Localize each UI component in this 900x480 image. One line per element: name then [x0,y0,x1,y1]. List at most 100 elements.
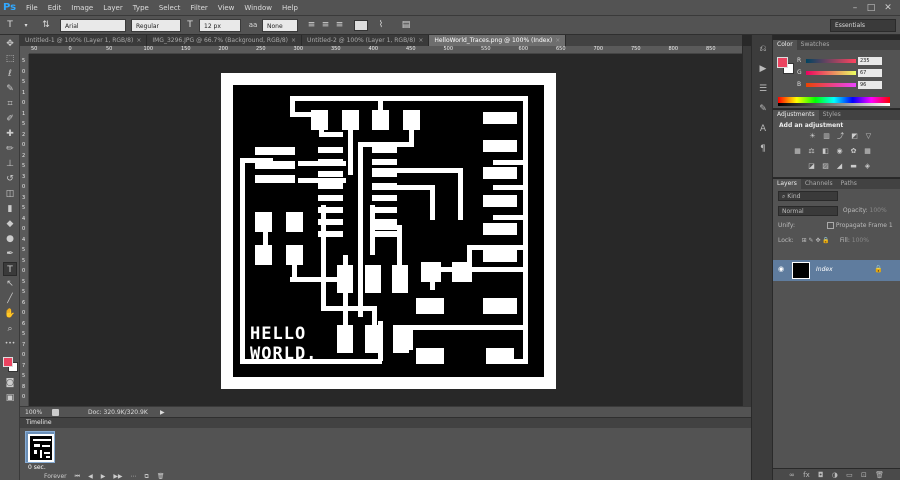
align-left-icon[interactable]: ≡ [306,19,317,32]
clone-stamp-tool-icon[interactable]: ⊥ [3,157,17,171]
color-balance-icon[interactable]: ⚖ [807,147,816,156]
tab-helloworld-traces[interactable]: HelloWorld_Traces.png @ 100% (Index) × [429,35,567,46]
menu-window[interactable]: Window [239,0,277,16]
actions-icon[interactable]: ▶ [757,63,769,75]
align-center-icon[interactable]: ≡ [320,19,331,32]
invert-icon[interactable]: ◪ [807,162,816,171]
tab-layers[interactable]: Layers [773,179,801,189]
threshold-icon[interactable]: ◢ [835,162,844,171]
tab-img-3296[interactable]: IMG_3296.JPG @ 66.7% (Background, RGB/8)… [147,35,303,46]
delete-frame-icon[interactable]: 🗑 [157,473,165,480]
more-tools-icon[interactable]: ••• [3,337,17,351]
visibility-eye-icon[interactable]: ◉ [778,265,784,273]
move-tool-icon[interactable]: ✥ [3,37,17,51]
tween-icon[interactable]: ⋯ [131,473,137,480]
document-canvas[interactable]: HELLO WORLD. [221,73,556,389]
vertical-ruler[interactable]: 505101520253035404550556065707580 [20,54,29,406]
tab-untitled-1[interactable]: Untitled-1 @ 100% (Layer 1, RGB/8) × [20,35,148,46]
dodge-tool-icon[interactable]: ● [3,232,17,246]
close-tab-icon[interactable]: × [418,37,423,44]
tab-paths[interactable]: Paths [837,179,861,189]
gradient-tool-icon[interactable]: ▮ [3,202,17,216]
close-tab-icon[interactable]: × [136,37,141,44]
blend-mode-select[interactable]: Normal [778,205,838,216]
brushes-icon[interactable]: ✎ [757,103,769,115]
menu-layer[interactable]: Layer [98,0,128,16]
play-icon[interactable]: ▶ [101,473,106,480]
path-select-tool-icon[interactable]: ↖ [3,277,17,291]
history-icon[interactable]: ⎌ [757,43,769,55]
tab-color[interactable]: Color [773,40,797,50]
menu-file[interactable]: File [21,0,43,16]
levels-icon[interactable]: ▥ [822,132,831,141]
type-tool-preset-icon[interactable]: T [4,19,16,32]
eraser-tool-icon[interactable]: ◫ [3,187,17,201]
photo-filter-icon[interactable]: ◉ [835,147,844,156]
anti-alias-select[interactable]: None [262,19,298,32]
text-color-swatch[interactable] [354,20,368,31]
menu-view[interactable]: View [213,0,240,16]
menu-filter[interactable]: Filter [185,0,212,16]
maximize-icon[interactable]: □ [866,3,876,13]
exposure-icon[interactable]: ◩ [850,132,859,141]
selective-color-icon[interactable]: ◈ [863,162,872,171]
blur-tool-icon[interactable]: ◆ [3,217,17,231]
fill-value[interactable]: 100% [852,237,869,244]
new-layer-icon[interactable]: ⊡ [861,471,867,479]
eyedropper-tool-icon[interactable]: ✐ [3,112,17,126]
font-size-select[interactable]: 12 px [199,19,241,32]
foreground-color-swatch[interactable] [3,357,13,367]
prev-frame-icon[interactable]: ◀ [88,473,93,480]
link-layers-icon[interactable]: ∞ [789,471,795,479]
healing-brush-tool-icon[interactable]: ✚ [3,127,17,141]
font-family-select[interactable]: Arial [60,19,126,32]
font-style-select[interactable]: Regular [131,19,181,32]
menu-help[interactable]: Help [277,0,303,16]
propagate-checkbox[interactable] [826,222,834,229]
vertical-scrollbar[interactable] [742,46,751,406]
red-value-input[interactable]: 235 [858,57,882,65]
close-tab-icon[interactable]: × [291,37,296,44]
paragraph-icon[interactable]: ¶ [757,143,769,155]
first-frame-icon[interactable]: ⏮ [75,473,80,480]
brush-tool-icon[interactable]: ✏ [3,142,17,156]
align-right-icon[interactable]: ≡ [334,19,345,32]
hand-tool-icon[interactable]: ✋ [3,307,17,321]
export-icon[interactable] [52,409,59,416]
tab-untitled-2[interactable]: Untitled-2 @ 100% (Layer 1, RGB/8) × [302,35,430,46]
character-icon[interactable]: A [757,123,769,135]
channel-mixer-icon[interactable]: ✿ [849,147,858,156]
tab-adjustments[interactable]: Adjustments [773,110,819,120]
canvas-area[interactable]: HELLO WORLD. [29,54,742,406]
layer-row-index[interactable]: ◉ Index 🔒 [773,260,900,281]
properties-icon[interactable]: ☰ [757,83,769,95]
menu-edit[interactable]: Edit [43,0,67,16]
green-value-input[interactable]: 67 [858,69,882,77]
screen-mode-icon[interactable]: ▣ [3,391,17,405]
vibrance-icon[interactable]: ▽ [864,132,873,141]
duplicate-frame-icon[interactable]: ⧉ [145,473,149,480]
shape-tool-icon[interactable]: ╱ [3,292,17,306]
close-icon[interactable]: ✕ [883,3,893,13]
workspace-select[interactable]: Essentials [830,19,896,32]
chevron-down-icon[interactable]: ▾ [22,19,30,32]
lasso-tool-icon[interactable]: ℓ [3,67,17,81]
horizontal-ruler[interactable]: 50 0 50 100 150 200 250 300 350 400 450 500 550 600 65… [29,46,753,54]
layer-name[interactable]: Index [816,266,833,273]
blue-value-input[interactable]: 96 [858,81,882,89]
quick-mask-icon[interactable]: ◙ [3,376,17,390]
color-spectrum[interactable] [778,97,890,106]
layer-filter-kind[interactable]: ⌕ Kind [778,190,838,201]
color-lookup-icon[interactable]: ▦ [863,147,872,156]
crop-tool-icon[interactable]: ⌗ [3,97,17,111]
adjustment-layer-icon[interactable]: ◑ [832,471,838,479]
text-orientation-icon[interactable]: ⇅ [40,19,52,32]
curves-icon[interactable]: ⤴ [836,132,845,141]
zoom-tool-icon[interactable]: ⌕ [3,322,17,336]
warp-text-icon[interactable]: ⌇ [375,19,387,32]
foreground-swatch[interactable] [777,57,788,68]
brightness-icon[interactable]: ☀ [808,132,817,141]
gradient-map-icon[interactable]: ▬ [849,162,858,171]
lock-pixels-icon[interactable]: ⊞ ✎ ✥ 🔒 [802,237,830,244]
menu-select[interactable]: Select [154,0,186,16]
